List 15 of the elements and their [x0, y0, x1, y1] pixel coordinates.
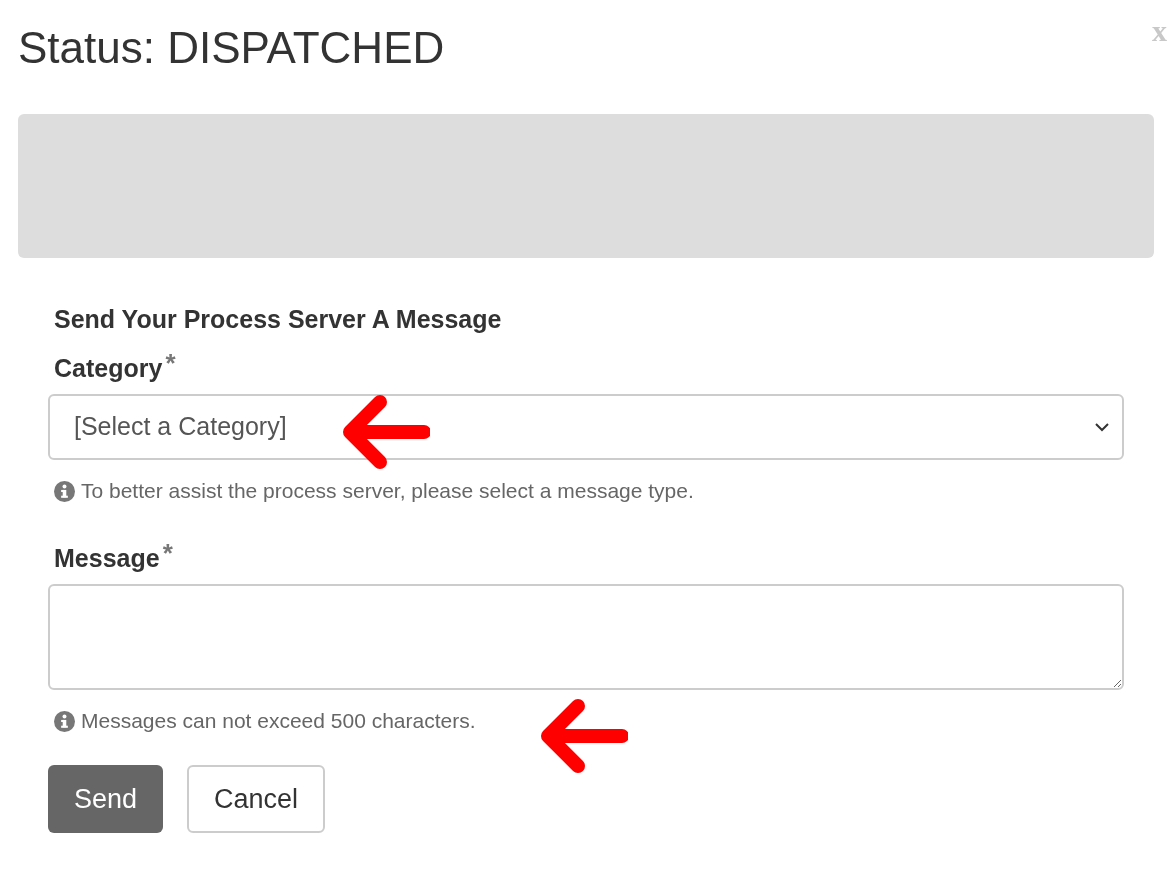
- required-mark: *: [162, 542, 173, 564]
- required-mark: *: [165, 352, 176, 374]
- field-label: Message: [54, 543, 160, 574]
- field-label: Category: [54, 353, 163, 384]
- info-icon: [54, 480, 75, 502]
- chevron-down-icon: [1094, 422, 1110, 432]
- form-heading: Send Your Process Server A Message: [54, 304, 503, 335]
- message-field[interactable]: [48, 584, 1124, 690]
- help-text: To better assist the process server, please select a message type.: [81, 478, 694, 504]
- help-text: Messages can not exceed 500 characters.: [81, 708, 476, 734]
- category-select[interactable]: [Select a Category]: [48, 394, 1124, 460]
- dialog-title: Status: DISPATCHED: [18, 22, 445, 74]
- send-button[interactable]: Send: [48, 765, 164, 833]
- cancel-button[interactable]: Cancel: [187, 765, 326, 833]
- info-icon: [54, 710, 75, 732]
